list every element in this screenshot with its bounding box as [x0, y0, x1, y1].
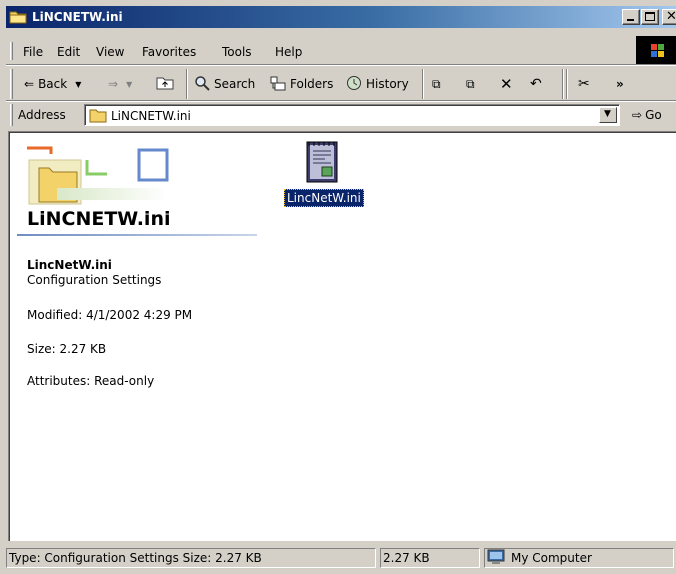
close-icon: ✕ [666, 9, 676, 24]
title-divider [17, 234, 257, 236]
window-title: LiNCNETW.ini [32, 10, 123, 24]
toolbar-separator [186, 69, 188, 99]
go-label: Go [645, 108, 662, 122]
history-button[interactable]: History [346, 75, 409, 93]
toolbar-separator-4 [566, 69, 568, 99]
cut-button[interactable]: ✂ [578, 75, 590, 93]
address-grip[interactable] [10, 104, 13, 126]
menu-file[interactable]: File [23, 45, 43, 59]
back-button[interactable]: ⇐ Back ▼ [24, 75, 81, 93]
minimize-button[interactable] [622, 9, 640, 25]
copy-to-button[interactable]: ⧉ [466, 75, 475, 93]
folder-banner-graphic [17, 142, 177, 212]
address-dropdown-button[interactable]: ▼ [599, 107, 617, 123]
maximize-button[interactable] [641, 9, 659, 25]
toolbar-grip[interactable] [10, 69, 13, 99]
details-modified: Modified: 4/1/2002 4:29 PM [27, 308, 193, 322]
windows-logo-icon [636, 36, 676, 66]
status-size: 2.27 KB [380, 548, 480, 568]
up-button[interactable] [156, 75, 174, 93]
explorer-window: LiNCNETW.ini ✕ File Edit View Favorites … [0, 0, 676, 574]
move-to-button[interactable]: ⧉ [432, 75, 441, 93]
standard-toolbar: ⇐ Back ▼ ⇒ ▼ Search Folders History ⧉ ⧉ … [6, 65, 676, 101]
ini-file-icon[interactable] [304, 140, 340, 184]
undo-button[interactable]: ↶ [530, 75, 542, 93]
menu-edit[interactable]: Edit [57, 45, 80, 59]
status-description: Type: Configuration Settings Size: 2.27 … [6, 548, 376, 568]
status-zone-label: My Computer [511, 551, 592, 565]
toolbar-overflow-chevron[interactable]: » [616, 75, 624, 93]
undo-icon: ↶ [530, 76, 542, 92]
forward-button[interactable]: ⇒ ▼ [108, 75, 132, 93]
details-attributes: Attributes: Read-only [27, 374, 155, 388]
menu-help[interactable]: Help [275, 45, 302, 59]
move-to-icon: ⧉ [432, 76, 441, 91]
folder-icon [9, 9, 27, 24]
back-label: Back [38, 77, 68, 91]
status-bar: Type: Configuration Settings Size: 2.27 … [6, 546, 676, 570]
chevron-right-icon: » [616, 77, 624, 91]
up-folder-icon [156, 75, 174, 93]
back-dropdown-icon[interactable]: ▼ [75, 80, 81, 89]
toolbar-separator-2 [422, 69, 424, 99]
computer-icon [487, 549, 505, 567]
back-arrow-icon: ⇐ [24, 77, 35, 91]
history-icon [346, 75, 362, 94]
go-arrow-icon: ⇨ [632, 108, 643, 122]
go-button[interactable]: ⇨ Go [632, 108, 662, 122]
address-input[interactable]: LiNCNETW.ini ▼ [84, 104, 620, 126]
forward-dropdown-icon[interactable]: ▼ [126, 80, 132, 89]
folders-icon [270, 75, 286, 94]
forward-arrow-icon: ⇒ [108, 77, 119, 91]
toolbar-separator-3 [562, 69, 564, 99]
status-zone: My Computer [484, 548, 674, 568]
title-bar[interactable]: LiNCNETW.ini ✕ [6, 6, 676, 28]
folders-button[interactable]: Folders [270, 75, 333, 93]
menu-view[interactable]: View [96, 45, 124, 59]
menu-tools[interactable]: Tools [222, 45, 252, 59]
search-button[interactable]: Search [194, 75, 255, 93]
folders-label: Folders [290, 77, 334, 91]
folder-view[interactable]: LiNCNETW.ini LincNetW.ini Configuration … [8, 131, 676, 541]
menu-favorites[interactable]: Favorites [142, 45, 196, 59]
maximize-icon [645, 12, 655, 21]
menu-grip[interactable] [10, 42, 13, 60]
minimize-icon [627, 19, 634, 21]
history-label: History [366, 77, 409, 91]
folder-icon [89, 108, 107, 126]
delete-button[interactable]: ✕ [500, 75, 513, 93]
copy-to-icon: ⧉ [466, 76, 475, 91]
page-title: LiNCNETW.ini [27, 208, 171, 230]
details-size: Size: 2.27 KB [27, 342, 107, 356]
details-file-name: LincNetW.ini [27, 258, 112, 272]
file-item-label[interactable]: LincNetW.ini [284, 189, 364, 207]
delete-icon: ✕ [500, 75, 513, 93]
cut-icon: ✂ [578, 76, 590, 92]
address-label: Address [18, 108, 66, 122]
chevron-down-icon: ▼ [604, 109, 611, 119]
search-label: Search [214, 77, 256, 91]
close-button[interactable]: ✕ [662, 9, 676, 25]
address-bar: Address LiNCNETW.ini ▼ ⇨ Go [6, 102, 676, 128]
search-icon [194, 75, 210, 94]
details-file-type: Configuration Settings [27, 273, 162, 287]
address-value: LiNCNETW.ini [111, 109, 191, 123]
menu-bar: File Edit View Favorites Tools Help [6, 40, 676, 62]
